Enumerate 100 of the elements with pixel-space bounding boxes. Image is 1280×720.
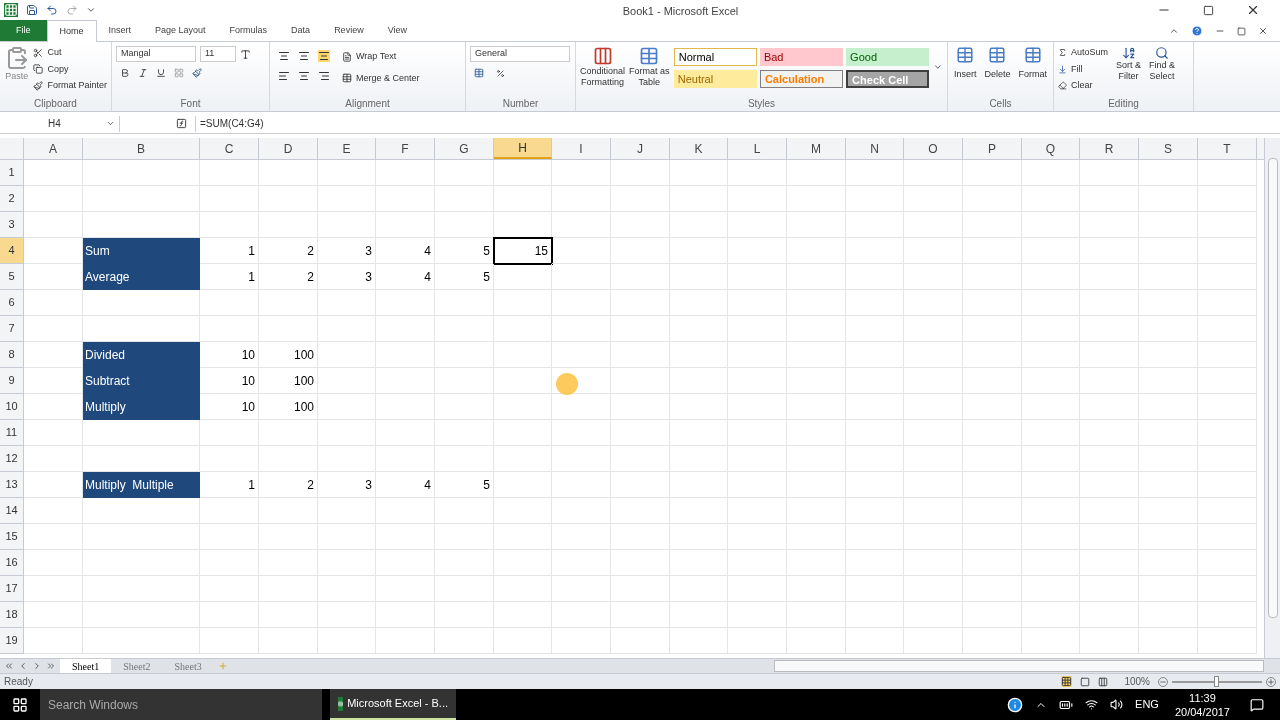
close-icon[interactable] bbox=[1246, 3, 1260, 17]
zoom-in-icon[interactable] bbox=[1266, 676, 1276, 687]
row-header[interactable]: 10 bbox=[0, 394, 24, 420]
more-styles-icon[interactable] bbox=[933, 62, 943, 72]
customize-icon[interactable] bbox=[86, 5, 96, 15]
number-format-field[interactable]: General bbox=[470, 46, 570, 62]
volume-icon[interactable] bbox=[1110, 698, 1124, 711]
normal-view-icon[interactable] bbox=[1061, 676, 1073, 687]
sort-filter-button[interactable]: Sort & Filter bbox=[1116, 46, 1142, 96]
file-tab[interactable]: File bbox=[0, 20, 47, 41]
row-header[interactable]: 18 bbox=[0, 602, 24, 628]
column-header[interactable]: J bbox=[611, 138, 670, 159]
cell-style-swatch[interactable]: Normal bbox=[673, 48, 757, 66]
row-header[interactable]: 19 bbox=[0, 628, 24, 654]
column-header[interactable]: A bbox=[24, 138, 83, 159]
column-header[interactable]: R bbox=[1080, 138, 1139, 159]
ribbon-tab[interactable]: Insert bbox=[96, 20, 144, 41]
row-header[interactable]: 13 bbox=[0, 472, 24, 498]
page-break-view-icon[interactable] bbox=[1098, 676, 1109, 687]
help-icon[interactable] bbox=[1191, 25, 1203, 37]
percent-icon[interactable] bbox=[496, 68, 505, 78]
merge-center-button[interactable]: Merge & Center bbox=[342, 71, 420, 85]
collapse-ribbon-icon[interactable] bbox=[1169, 26, 1179, 36]
sheet-tab[interactable]: Sheet1 bbox=[60, 658, 112, 674]
ribbon-tab[interactable]: Data bbox=[279, 20, 323, 41]
column-header[interactable]: M bbox=[787, 138, 846, 159]
align-center-icon[interactable] bbox=[298, 70, 310, 82]
ribbon-tab[interactable]: Home bbox=[46, 20, 97, 42]
format-painter-button[interactable]: Format Painter bbox=[33, 79, 107, 93]
restore-icon[interactable] bbox=[1237, 26, 1246, 36]
row-header[interactable]: 6 bbox=[0, 290, 24, 316]
column-header[interactable]: D bbox=[259, 138, 318, 159]
wifi-icon[interactable] bbox=[1085, 698, 1099, 711]
name-box[interactable]: H4 bbox=[0, 115, 120, 132]
column-header[interactable]: L bbox=[728, 138, 787, 159]
cells-button[interactable]: Format bbox=[1018, 46, 1047, 96]
top-align-icon[interactable] bbox=[278, 50, 290, 62]
row-header[interactable]: 4 bbox=[0, 238, 24, 264]
row-header[interactable]: 5 bbox=[0, 264, 24, 290]
next-sheet-icon[interactable] bbox=[32, 661, 42, 671]
align-right-icon[interactable] bbox=[318, 70, 330, 82]
vertical-scrollbar[interactable] bbox=[1264, 138, 1280, 658]
horizontal-scrollbar[interactable] bbox=[774, 660, 1264, 672]
ribbon-tab[interactable]: View bbox=[375, 20, 419, 41]
taskbar-app-button[interactable]: Microsoft Excel - B... bbox=[330, 689, 456, 720]
ribbon-tab[interactable]: Formulas bbox=[217, 20, 280, 41]
column-header[interactable]: S bbox=[1139, 138, 1198, 159]
cells-button[interactable]: Delete bbox=[984, 46, 1011, 96]
column-header[interactable]: K bbox=[670, 138, 728, 159]
row-header[interactable]: 12 bbox=[0, 446, 24, 472]
notifications-icon[interactable] bbox=[1250, 697, 1264, 712]
cells-button[interactable]: Insert bbox=[953, 46, 977, 96]
maximize-icon[interactable] bbox=[1203, 4, 1214, 16]
sheet-tab[interactable]: Sheet2 bbox=[111, 658, 163, 674]
ribbon-tab[interactable]: Review bbox=[322, 20, 376, 41]
search-field[interactable]: Search Windows bbox=[40, 689, 322, 720]
bottom-align-icon[interactable] bbox=[318, 50, 330, 62]
column-header[interactable]: H bbox=[494, 138, 552, 159]
formula-field[interactable]: =SUM(C4:G4) bbox=[195, 115, 1280, 132]
wrap-text-button[interactable]: Wrap Text bbox=[342, 50, 420, 64]
row-header[interactable]: 7 bbox=[0, 316, 24, 342]
row-header[interactable]: 3 bbox=[0, 212, 24, 238]
cell-style-swatch[interactable]: Neutral bbox=[673, 70, 757, 88]
column-header[interactable]: O bbox=[904, 138, 963, 159]
font-name-field[interactable]: Mangal bbox=[116, 46, 196, 62]
function-icon[interactable] bbox=[176, 118, 187, 129]
bold-icon[interactable] bbox=[120, 68, 130, 78]
column-header[interactable]: T bbox=[1198, 138, 1257, 159]
find-select-button[interactable]: Find & Select bbox=[1149, 46, 1176, 96]
close-icon[interactable] bbox=[1258, 26, 1268, 36]
row-header[interactable]: 16 bbox=[0, 550, 24, 576]
font-size-field[interactable]: 11 bbox=[200, 46, 236, 62]
undo-icon[interactable] bbox=[46, 4, 58, 16]
row-header[interactable]: 9 bbox=[0, 368, 24, 394]
autosum-button[interactable]: AutoSum bbox=[1058, 46, 1109, 60]
page-layout-view-icon[interactable] bbox=[1080, 676, 1091, 687]
prev-sheet-icon[interactable] bbox=[18, 661, 28, 671]
clear-button[interactable]: Clear bbox=[1058, 79, 1109, 93]
zoom-slider-thumb[interactable] bbox=[1214, 675, 1219, 687]
italic-icon[interactable] bbox=[138, 68, 148, 78]
row-header[interactable]: 17 bbox=[0, 576, 24, 602]
row-header[interactable]: 11 bbox=[0, 420, 24, 446]
cut-button[interactable]: Cut bbox=[33, 46, 107, 60]
save-icon[interactable] bbox=[26, 4, 38, 16]
language-indicator[interactable]: ENG bbox=[1135, 696, 1159, 713]
row-header[interactable]: 1 bbox=[0, 160, 24, 186]
row-header[interactable]: 2 bbox=[0, 186, 24, 212]
column-header[interactable]: I bbox=[552, 138, 611, 159]
column-header[interactable]: F bbox=[376, 138, 435, 159]
column-header[interactable]: Q bbox=[1022, 138, 1080, 159]
middle-align-icon[interactable] bbox=[298, 50, 310, 62]
ribbon-tab[interactable]: Page Layout bbox=[143, 20, 218, 41]
grow-font-icon[interactable] bbox=[240, 48, 251, 60]
align-left-icon[interactable] bbox=[278, 70, 290, 82]
format-as-table-button[interactable]: Format as Table bbox=[629, 46, 670, 96]
fill-color-icon[interactable] bbox=[192, 68, 202, 78]
column-header[interactable]: N bbox=[846, 138, 904, 159]
info-icon[interactable] bbox=[1007, 696, 1024, 713]
copy-button[interactable]: Copy bbox=[33, 62, 107, 76]
column-header[interactable]: B bbox=[83, 138, 200, 159]
